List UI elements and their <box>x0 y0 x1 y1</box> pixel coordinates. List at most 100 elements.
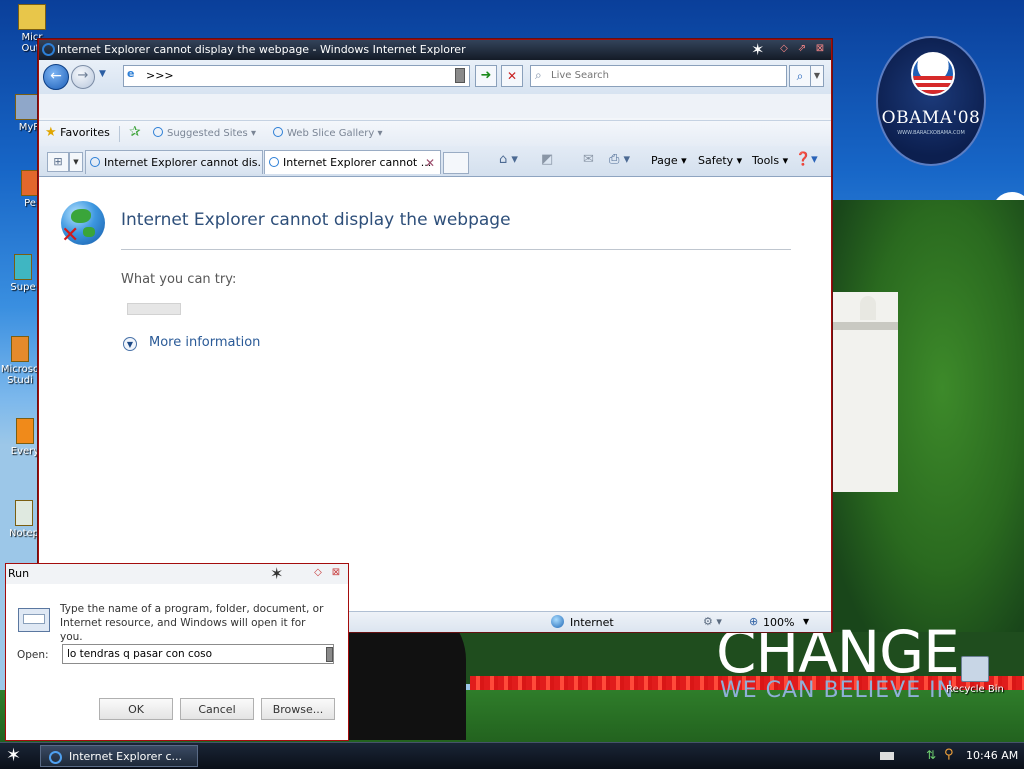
address-scrollbar[interactable] <box>455 68 465 83</box>
desktop-icon-every[interactable]: Every <box>10 418 40 457</box>
window-menu-star-icon[interactable]: ✶ <box>751 40 764 59</box>
security-zone-label[interactable]: Internet <box>570 616 614 629</box>
open-dropdown-scrollbar[interactable] <box>326 647 333 662</box>
favorites-bar: ★ Favorites ✰ Suggested Sites ▾ Web Slic… <box>39 120 831 147</box>
ok-button[interactable]: OK <box>99 698 173 720</box>
tools-menu[interactable]: Tools ▾ <box>752 154 788 167</box>
what-you-can-try-label: What you can try: <box>121 272 237 287</box>
page-menu[interactable]: Page ▾ <box>651 154 687 167</box>
suggested-sites-button[interactable]: Suggested Sites ▾ <box>153 127 256 139</box>
search-button[interactable]: ⌕ <box>789 65 811 87</box>
obama-logo-url: WWW.BARACKOBAMA.COM <box>897 130 965 136</box>
run-program-icon <box>18 608 50 632</box>
tab-1-active[interactable]: Internet Explorer cannot ... ✕ <box>264 150 441 174</box>
address-input[interactable] <box>146 67 436 83</box>
favorites-star-icon: ★ <box>45 125 57 140</box>
open-combobox[interactable] <box>62 644 334 664</box>
minimize-button[interactable]: ◇ <box>311 566 325 580</box>
quick-tabs-button[interactable]: ⊞ <box>47 152 69 172</box>
tab-0[interactable]: Internet Explorer cannot dis... <box>85 150 263 174</box>
open-label: Open: <box>17 649 49 661</box>
close-tab-icon[interactable]: ✕ <box>425 151 435 174</box>
recent-pages-dropdown[interactable]: ▼ <box>99 69 106 79</box>
desktop-icon-label: Every <box>10 446 40 457</box>
run-dialog: Run ✶ ◇ ⊠ Type the name of a program, fo… <box>5 563 349 741</box>
tab-list-dropdown[interactable]: ▼ <box>69 152 83 172</box>
chevron-down-icon[interactable]: ▼ <box>123 337 137 351</box>
wallpaper-white-house <box>832 292 898 492</box>
web-slice-gallery-button[interactable]: Web Slice Gallery ▾ <box>273 127 383 139</box>
desktop-icon-label: Microso Studi <box>0 364 40 386</box>
cancel-button[interactable]: Cancel <box>180 698 254 720</box>
close-button[interactable]: ⊠ <box>813 42 827 56</box>
outlook-icon <box>18 4 46 30</box>
add-to-favorites-bar-icon[interactable]: ✰ <box>129 124 141 140</box>
stop-button[interactable]: ✕ <box>501 65 523 87</box>
protected-mode-icon[interactable]: ⚙ ▾ <box>703 615 722 628</box>
zoom-icon[interactable]: ⊕ <box>749 615 758 628</box>
taskbar-button-ie[interactable]: Internet Explorer c... <box>40 745 198 767</box>
page-content: ✕ Internet Explorer cannot display the w… <box>39 177 831 611</box>
shortcut-icon <box>14 254 32 280</box>
search-input[interactable] <box>551 68 771 83</box>
back-button[interactable]: ← <box>43 64 69 90</box>
home-icon[interactable]: ⌂ ▾ <box>499 152 518 167</box>
page-icon: e <box>127 67 135 80</box>
tools-menu-label: Tools <box>752 154 780 167</box>
print-icon[interactable]: ⎙ ▾ <box>609 152 630 167</box>
safety-menu-label: Safety <box>698 154 734 167</box>
favorites-button[interactable]: ★ Favorites <box>45 125 110 143</box>
ie-icon <box>49 751 62 764</box>
obama-logo-text: OBAMA'08 <box>881 108 981 128</box>
ie-icon <box>153 127 163 137</box>
error-x-icon: ✕ <box>61 223 80 248</box>
forward-button[interactable]: → <box>71 65 95 89</box>
desktop-icon-notepad[interactable]: Notep <box>8 500 40 539</box>
search-options-dropdown[interactable]: ▼ <box>810 65 824 87</box>
maximize-button[interactable]: ⇗ <box>795 42 809 56</box>
search-provider-icon: ⌕ <box>535 68 542 82</box>
internet-zone-icon <box>551 615 564 628</box>
go-button[interactable]: ➜ <box>475 65 497 87</box>
more-information-link[interactable]: More information <box>149 335 260 350</box>
web-slice-gallery-label: Web Slice Gallery <box>287 128 375 139</box>
run-dialog-title: Run <box>8 567 30 580</box>
clock[interactable]: 10:46 AM <box>966 749 1018 762</box>
shortcut-icon <box>21 170 39 196</box>
search-tray-icon[interactable]: ⚲ <box>944 747 954 762</box>
start-button[interactable]: ✶ <box>6 745 21 766</box>
address-bar[interactable]: e <box>123 65 470 87</box>
feeds-icon[interactable]: ◩ <box>541 152 553 167</box>
new-tab-button[interactable] <box>443 152 469 174</box>
close-button[interactable]: ⊠ <box>329 566 343 580</box>
window-menu-star-icon[interactable]: ✶ <box>270 564 283 583</box>
ie-icon <box>42 43 55 56</box>
zoom-dropdown[interactable]: ▼ <box>803 617 809 626</box>
search-box[interactable]: ⌕ <box>530 65 787 87</box>
ie-titlebar[interactable]: Internet Explorer cannot display the web… <box>39 40 831 60</box>
keyboard-icon[interactable] <box>880 752 894 760</box>
desktop-icon-label: MyP <box>18 122 40 133</box>
minimize-button[interactable]: ◇ <box>777 42 791 56</box>
read-mail-icon[interactable]: ✉ <box>583 152 594 167</box>
desktop-icon-pe[interactable]: Pe <box>20 170 40 209</box>
desktop-icon-label: Notep <box>8 528 40 539</box>
desktop-icon-supe[interactable]: Supe <box>8 254 38 293</box>
desktop-icon-label: Pe <box>24 198 36 209</box>
favorites-label: Favorites <box>60 126 110 139</box>
ie-icon <box>273 127 283 137</box>
zoom-level[interactable]: 100% <box>763 616 794 629</box>
wallpaper-tagline: WE CAN BELIEVE IN <box>720 678 955 703</box>
desktop-icon-recycle-bin[interactable]: Recycle Bin <box>940 656 1010 695</box>
open-input[interactable] <box>67 647 317 661</box>
desktop-icon-studio[interactable]: Microso Studi <box>0 336 40 386</box>
run-titlebar[interactable]: Run ✶ ◇ ⊠ <box>6 564 348 584</box>
network-icon[interactable]: ⇅ <box>926 748 936 762</box>
tab-label: Internet Explorer cannot ... <box>283 156 432 169</box>
error-title: Internet Explorer cannot display the web… <box>121 210 511 230</box>
ie-window-title: Internet Explorer cannot display the web… <box>57 43 466 56</box>
browse-button[interactable]: Browse... <box>261 698 335 720</box>
safety-menu[interactable]: Safety ▾ <box>698 154 742 167</box>
help-icon[interactable]: ❓▾ <box>795 152 818 167</box>
diagnose-button[interactable] <box>127 303 181 315</box>
